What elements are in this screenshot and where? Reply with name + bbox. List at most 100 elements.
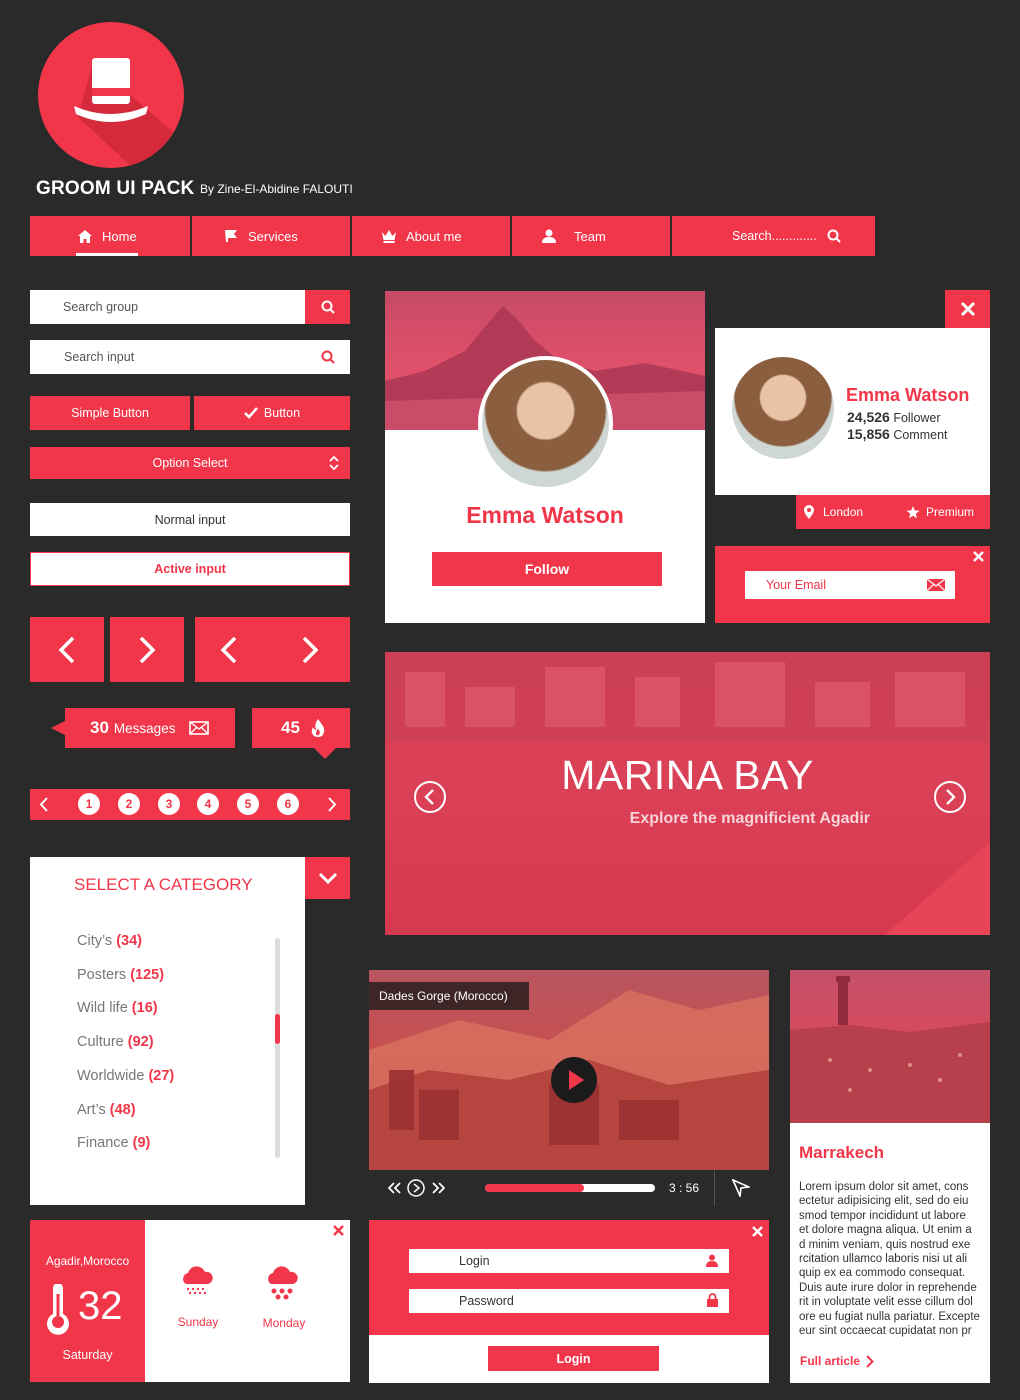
- chevron-right-icon: [866, 1354, 874, 1368]
- slider-subtitle: Explore the magnificient Agadir: [629, 810, 870, 827]
- search-group-input[interactable]: Search group: [30, 290, 305, 324]
- category-count: (9): [132, 1135, 151, 1152]
- check-button-label: Button: [263, 406, 301, 420]
- rewind-icon[interactable]: [388, 1182, 402, 1194]
- close-icon[interactable]: [973, 551, 984, 562]
- prev-button[interactable]: [30, 617, 104, 682]
- prev-next-group: [195, 617, 350, 682]
- envelope-icon: [927, 579, 945, 591]
- profile-mini-name: Emma Watson: [846, 385, 970, 405]
- brand-author: By Zine-El-Abidine FALOUTI: [200, 182, 353, 196]
- close-icon[interactable]: [333, 1225, 344, 1236]
- video-controls: 3 : 56: [369, 1170, 769, 1206]
- search-input[interactable]: Search input: [30, 340, 350, 374]
- messages-badge[interactable]: 30 Messages: [51, 708, 235, 748]
- page-number[interactable]: 2: [118, 793, 140, 815]
- article-line: ore eu fugiat nulla pariatur. Excepte: [799, 1310, 980, 1323]
- category-count: (48): [109, 1101, 136, 1118]
- category-item[interactable]: Finance (9): [77, 1135, 150, 1151]
- category-name: Posters: [77, 966, 127, 983]
- video-progress-bar[interactable]: [485, 1184, 655, 1192]
- category-name: Worldwide: [77, 1067, 145, 1084]
- nav-item-home[interactable]: Home: [30, 216, 190, 256]
- pagination: 123456: [30, 789, 350, 820]
- hail-cloud-icon: [265, 1264, 299, 1300]
- chevron-left-icon[interactable]: [219, 636, 239, 664]
- login-button[interactable]: Login: [488, 1346, 659, 1371]
- weather-day: Saturday: [62, 1348, 113, 1362]
- fire-badge[interactable]: 45: [252, 708, 350, 759]
- weather-today: Agadir,Morocco 32 Saturday: [30, 1220, 145, 1382]
- email-input[interactable]: Your Email: [745, 571, 955, 599]
- category-item[interactable]: Worldwide (27): [77, 1068, 174, 1084]
- page-number[interactable]: 5: [237, 793, 259, 815]
- forward-icon[interactable]: [431, 1182, 445, 1194]
- nav-item-services[interactable]: Services: [192, 216, 350, 256]
- home-icon: [78, 229, 92, 243]
- category-item[interactable]: Posters (125): [77, 967, 164, 983]
- divider: [714, 1170, 716, 1206]
- page-number[interactable]: 6: [277, 793, 299, 815]
- forecast-day-1: Sunday: [177, 1315, 219, 1329]
- full-article-label: Full article: [800, 1354, 861, 1368]
- category-item[interactable]: Wild life (16): [77, 1000, 158, 1016]
- category-item[interactable]: Art’s (48): [77, 1102, 136, 1118]
- full-article-link[interactable]: Full article: [800, 1354, 874, 1368]
- simple-button[interactable]: Simple Button: [30, 396, 190, 430]
- article-line: smod tempor incididunt ut labore: [799, 1209, 966, 1222]
- video-title: Dades Gorge (Morocco): [369, 982, 529, 1010]
- close-icon[interactable]: [752, 1226, 763, 1237]
- nav-label: About me: [406, 228, 462, 244]
- close-button[interactable]: [945, 290, 990, 328]
- nav-search[interactable]: Search.............: [672, 216, 875, 256]
- active-input[interactable]: Active input: [30, 552, 350, 586]
- badge-pointer: [314, 748, 336, 759]
- profile-avatar: [478, 356, 613, 491]
- profile-mini-card: Emma Watson 24,526 Follower 15,856 Comme…: [715, 328, 990, 495]
- category-name: Art’s: [77, 1101, 106, 1118]
- slider-prev-icon[interactable]: [413, 780, 447, 814]
- nav-item-team[interactable]: Team: [512, 216, 670, 256]
- option-select[interactable]: Option Select: [30, 447, 350, 479]
- scrollbar-thumb[interactable]: [275, 1014, 280, 1044]
- article-line: et dolore magna aliqua. Ut enim a: [799, 1224, 972, 1237]
- category-count: (125): [130, 966, 165, 983]
- search-icon[interactable]: [827, 229, 841, 243]
- follow-button[interactable]: Follow: [432, 552, 662, 586]
- page-number[interactable]: 3: [158, 793, 180, 815]
- play-button-icon[interactable]: [551, 1057, 597, 1103]
- check-button[interactable]: Button: [194, 396, 350, 430]
- star-icon: [906, 505, 920, 519]
- password-input[interactable]: Password: [409, 1289, 729, 1313]
- profile-card: Emma Watson Follow: [385, 291, 705, 623]
- chevron-right-icon[interactable]: [300, 636, 320, 664]
- category-toggle-button[interactable]: [305, 857, 350, 899]
- send-icon[interactable]: [732, 1179, 751, 1197]
- next-button[interactable]: [110, 617, 184, 682]
- category-item[interactable]: City’s (34): [77, 933, 142, 949]
- slider-next-icon[interactable]: [933, 780, 967, 814]
- login-input[interactable]: Login: [409, 1249, 729, 1273]
- weather-temperature: 32: [78, 1284, 123, 1328]
- category-name: City’s: [77, 933, 113, 949]
- category-scrollbar[interactable]: [275, 938, 280, 1158]
- category-name: Culture: [77, 1034, 124, 1051]
- logo: [38, 22, 184, 168]
- login-footer: Login: [369, 1335, 769, 1383]
- nav-search-input[interactable]: Search.............: [732, 229, 817, 243]
- category-item[interactable]: Culture (92): [77, 1034, 154, 1050]
- slider-title: MARINA BAY: [561, 752, 814, 798]
- tier-label: Premium: [926, 505, 975, 519]
- envelope-icon: [189, 721, 210, 735]
- article-line: rit in voluptate velit esse cillum dol: [799, 1296, 973, 1309]
- fire-icon: [310, 718, 326, 738]
- page-number[interactable]: 1: [78, 793, 100, 815]
- chevron-left-icon[interactable]: [39, 797, 49, 812]
- chevron-right-icon[interactable]: [327, 797, 337, 812]
- location-pin-icon: [804, 505, 814, 519]
- nav-item-about[interactable]: About me: [352, 216, 510, 256]
- search-group-button[interactable]: [305, 290, 350, 324]
- play-small-icon[interactable]: [407, 1179, 425, 1197]
- normal-input[interactable]: Normal input: [30, 503, 350, 536]
- page-number[interactable]: 4: [197, 793, 219, 815]
